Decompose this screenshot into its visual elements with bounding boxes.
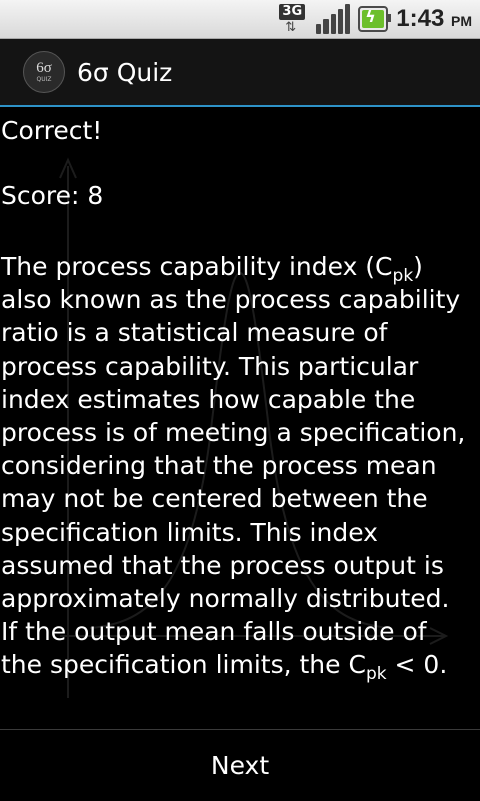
explanation-line-text: specification limits. This index [1, 517, 378, 547]
explanation-line-text: ratio is a statistical measure of [1, 318, 388, 348]
explanation-line: may not be centered between the [1, 482, 479, 515]
app-title: 6σ Quiz [77, 57, 173, 87]
explanation-line: process capability. This particular [1, 350, 479, 383]
explanation-line-text: The process capability index (C [1, 252, 393, 281]
explanation-line: approximately normally distributed. [1, 582, 479, 615]
clock-ampm: PM [451, 13, 472, 29]
network-type-label: 3G [279, 4, 306, 20]
explanation-line-text: assumed that the process output is [1, 550, 444, 580]
explanation-line-text: process capability. This particular [1, 351, 419, 381]
next-button[interactable]: Next [0, 730, 480, 801]
explanation-line-text: index estimates how capable the [1, 384, 416, 414]
score-text: Score: 8 [1, 181, 104, 210]
app-title-bar: 6σ QUIZ 6σ Quiz [0, 39, 480, 105]
signal-strength-icon [316, 4, 351, 34]
explanation-text: The process capability index (Cpk) also k… [1, 250, 479, 685]
explanation-line: If the output mean falls outside of [1, 615, 479, 648]
status-clock: 1:43 PM [396, 5, 472, 33]
explanation-line: process is of meeting a specification, [1, 416, 479, 449]
battery-charging-icon: ϟ [358, 6, 392, 32]
explanation-line-text: considering that the process mean [1, 451, 437, 481]
explanation-line-text: If the output mean falls outside of [1, 617, 427, 647]
app-logo-text: 6σ [36, 60, 52, 76]
explanation-line: assumed that the process output is [1, 549, 479, 582]
app-logo-subtext: QUIZ [36, 76, 52, 83]
explanation-line-suffix: < 0. [386, 650, 448, 680]
explanation-line-text: the specification limits, the C [1, 650, 366, 680]
bottom-bar: Next [0, 729, 480, 801]
status-bar: 3G ⇅ ϟ 1:43 PM [0, 0, 480, 39]
explanation-line: ratio is a statistical measure of [1, 316, 479, 349]
quiz-content: Correct! Score: 8 The process capability… [0, 108, 480, 698]
data-arrows-icon: ⇅ [285, 20, 297, 35]
answer-result: Correct! [1, 116, 103, 145]
explanation-line: also known as the process capability [1, 283, 479, 316]
explanation-line-text: approximately normally distributed. [1, 584, 450, 614]
explanation-line-suffix: ) [413, 252, 423, 281]
explanation-line: The process capability index (Cpk) [1, 250, 479, 285]
app-logo-icon: 6σ QUIZ [23, 51, 65, 93]
explanation-line-text: may not be centered between the [1, 484, 428, 514]
explanation-subscript: pk [365, 664, 387, 685]
explanation-line-text: also known as the process capability [1, 285, 461, 315]
explanation-line: the specification limits, the Cpk < 0. [1, 648, 479, 685]
clock-time: 1:43 [396, 5, 445, 32]
explanation-line: specification limits. This index [1, 516, 479, 549]
status-icons: 3G ⇅ ϟ 1:43 PM [278, 2, 472, 36]
explanation-line-text: process is of meeting a specification, [1, 418, 466, 448]
explanation-line: index estimates how capable the [1, 383, 479, 416]
3g-data-icon: 3G ⇅ [278, 3, 308, 35]
title-divider [0, 105, 480, 107]
explanation-line: considering that the process mean [1, 449, 479, 482]
